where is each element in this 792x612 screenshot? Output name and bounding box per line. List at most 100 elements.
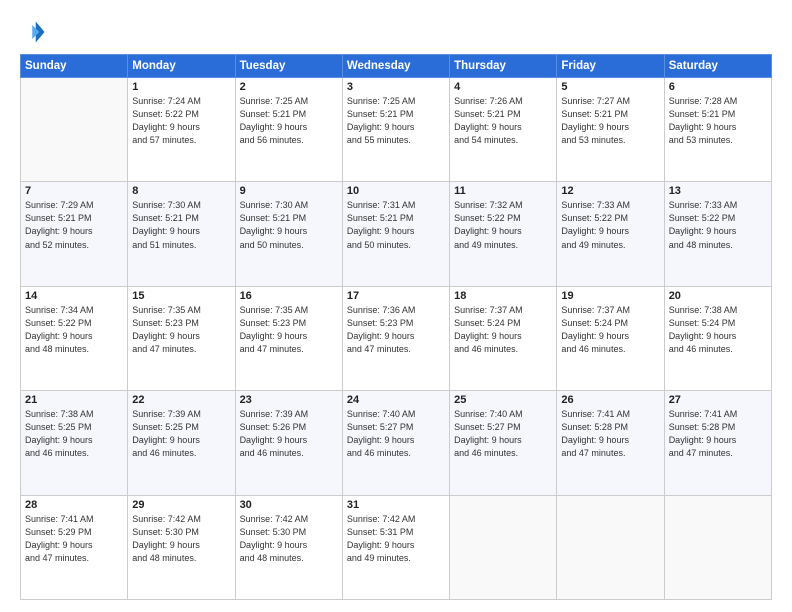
day-number: 5: [561, 81, 659, 93]
weekday-header: Sunday: [21, 55, 128, 78]
calendar-cell: 15 Sunrise: 7:35 AM Sunset: 5:23 PM Dayli…: [128, 286, 235, 390]
day-info: Sunrise: 7:35 AM Sunset: 5:23 PM Dayligh…: [132, 304, 230, 356]
day-number: 7: [25, 185, 123, 197]
calendar-cell: 7 Sunrise: 7:29 AM Sunset: 5:21 PM Daylig…: [21, 182, 128, 286]
day-number: 4: [454, 81, 552, 93]
calendar-cell: 17Sunrise: 7:36 AM Sunset: 5:23 PM Dayli…: [342, 286, 449, 390]
day-info: Sunrise: 7:41 AM Sunset: 5:29 PM Dayligh…: [25, 513, 123, 565]
calendar-cell: 28 Sunrise: 7:41 AM Sunset: 5:29 PM Dayli…: [21, 495, 128, 599]
calendar-cell: 6 Sunrise: 7:28 AM Sunset: 5:21 PM Daylig…: [664, 78, 771, 182]
calendar-cell: 1 Sunrise: 7:24 AM Sunset: 5:22 PM Daylig…: [128, 78, 235, 182]
day-number: 25: [454, 394, 552, 406]
day-info: Sunrise: 7:41 AM Sunset: 5:28 PM Dayligh…: [669, 408, 767, 460]
calendar-week-row: 14 Sunrise: 7:34 AM Sunset: 5:22 PM Dayli…: [21, 286, 772, 390]
calendar-cell: 22 Sunrise: 7:39 AM Sunset: 5:25 PM Dayli…: [128, 391, 235, 495]
day-info: Sunrise: 7:40 AM Sunset: 5:27 PM Dayligh…: [347, 408, 445, 460]
day-number: 21: [25, 394, 123, 406]
day-info: Sunrise: 7:35 AM Sunset: 5:23 PM Dayligh…: [240, 304, 338, 356]
day-info: Sunrise: 7:25 AM Sunset: 5:21 PM Dayligh…: [347, 95, 445, 147]
day-number: 30: [240, 499, 338, 511]
calendar-week-row: 7 Sunrise: 7:29 AM Sunset: 5:21 PM Daylig…: [21, 182, 772, 286]
day-info: Sunrise: 7:28 AM Sunset: 5:21 PM Dayligh…: [669, 95, 767, 147]
day-info: Sunrise: 7:41 AM Sunset: 5:28 PM Dayligh…: [561, 408, 659, 460]
day-number: 24: [347, 394, 445, 406]
calendar-cell: 20Sunrise: 7:38 AM Sunset: 5:24 PM Dayli…: [664, 286, 771, 390]
day-number: 3: [347, 81, 445, 93]
calendar-cell: 31 Sunrise: 7:42 AM Sunset: 5:31 PM Dayli…: [342, 495, 449, 599]
calendar-cell: 27 Sunrise: 7:41 AM Sunset: 5:28 PM Dayli…: [664, 391, 771, 495]
calendar-cell: 9 Sunrise: 7:30 AM Sunset: 5:21 PM Daylig…: [235, 182, 342, 286]
calendar-cell: 2Sunrise: 7:25 AM Sunset: 5:21 PM Daylig…: [235, 78, 342, 182]
calendar-cell: 25Sunrise: 7:40 AM Sunset: 5:27 PM Dayli…: [450, 391, 557, 495]
calendar-cell: 21 Sunrise: 7:38 AM Sunset: 5:25 PM Dayli…: [21, 391, 128, 495]
calendar-header-row: SundayMondayTuesdayWednesdayThursdayFrid…: [21, 55, 772, 78]
calendar-cell: 24 Sunrise: 7:40 AM Sunset: 5:27 PM Dayli…: [342, 391, 449, 495]
day-info: Sunrise: 7:33 AM Sunset: 5:22 PM Dayligh…: [669, 199, 767, 251]
calendar-cell: 8 Sunrise: 7:30 AM Sunset: 5:21 PM Daylig…: [128, 182, 235, 286]
day-number: 31: [347, 499, 445, 511]
day-info: Sunrise: 7:25 AM Sunset: 5:21 PM Dayligh…: [240, 95, 338, 147]
weekday-header: Tuesday: [235, 55, 342, 78]
calendar-cell: 23Sunrise: 7:39 AM Sunset: 5:26 PM Dayli…: [235, 391, 342, 495]
header: [20, 18, 772, 46]
calendar-cell: 16 Sunrise: 7:35 AM Sunset: 5:23 PM Dayli…: [235, 286, 342, 390]
day-number: 10: [347, 185, 445, 197]
day-info: Sunrise: 7:29 AM Sunset: 5:21 PM Dayligh…: [25, 199, 123, 251]
calendar-cell: 3 Sunrise: 7:25 AM Sunset: 5:21 PM Daylig…: [342, 78, 449, 182]
day-info: Sunrise: 7:24 AM Sunset: 5:22 PM Dayligh…: [132, 95, 230, 147]
calendar-cell: 11 Sunrise: 7:32 AM Sunset: 5:22 PM Dayli…: [450, 182, 557, 286]
calendar-cell: 10 Sunrise: 7:31 AM Sunset: 5:21 PM Dayli…: [342, 182, 449, 286]
day-number: 8: [132, 185, 230, 197]
calendar-cell: 19 Sunrise: 7:37 AM Sunset: 5:24 PM Dayli…: [557, 286, 664, 390]
calendar-table: SundayMondayTuesdayWednesdayThursdayFrid…: [20, 54, 772, 600]
day-number: 15: [132, 290, 230, 302]
logo-icon: [20, 18, 48, 46]
day-number: 27: [669, 394, 767, 406]
weekday-header: Monday: [128, 55, 235, 78]
calendar-cell: [664, 495, 771, 599]
day-number: 29: [132, 499, 230, 511]
day-info: Sunrise: 7:34 AM Sunset: 5:22 PM Dayligh…: [25, 304, 123, 356]
day-number: 6: [669, 81, 767, 93]
day-number: 17: [347, 290, 445, 302]
calendar-week-row: 28 Sunrise: 7:41 AM Sunset: 5:29 PM Dayli…: [21, 495, 772, 599]
day-info: Sunrise: 7:32 AM Sunset: 5:22 PM Dayligh…: [454, 199, 552, 251]
calendar-cell: 26 Sunrise: 7:41 AM Sunset: 5:28 PM Dayli…: [557, 391, 664, 495]
day-number: 16: [240, 290, 338, 302]
weekday-header: Thursday: [450, 55, 557, 78]
day-number: 13: [669, 185, 767, 197]
calendar-cell: 13 Sunrise: 7:33 AM Sunset: 5:22 PM Dayli…: [664, 182, 771, 286]
day-info: Sunrise: 7:42 AM Sunset: 5:31 PM Dayligh…: [347, 513, 445, 565]
calendar-week-row: 1 Sunrise: 7:24 AM Sunset: 5:22 PM Daylig…: [21, 78, 772, 182]
calendar-cell: 4 Sunrise: 7:26 AM Sunset: 5:21 PM Daylig…: [450, 78, 557, 182]
day-number: 19: [561, 290, 659, 302]
day-info: Sunrise: 7:31 AM Sunset: 5:21 PM Dayligh…: [347, 199, 445, 251]
day-number: 9: [240, 185, 338, 197]
day-number: 1: [132, 81, 230, 93]
weekday-header: Friday: [557, 55, 664, 78]
calendar-cell: 29 Sunrise: 7:42 AM Sunset: 5:30 PM Dayli…: [128, 495, 235, 599]
day-number: 28: [25, 499, 123, 511]
day-number: 14: [25, 290, 123, 302]
day-info: Sunrise: 7:30 AM Sunset: 5:21 PM Dayligh…: [240, 199, 338, 251]
day-info: Sunrise: 7:30 AM Sunset: 5:21 PM Dayligh…: [132, 199, 230, 251]
day-number: 22: [132, 394, 230, 406]
day-number: 23: [240, 394, 338, 406]
day-number: 26: [561, 394, 659, 406]
calendar-cell: 12Sunrise: 7:33 AM Sunset: 5:22 PM Dayli…: [557, 182, 664, 286]
day-info: Sunrise: 7:37 AM Sunset: 5:24 PM Dayligh…: [561, 304, 659, 356]
logo: [20, 18, 52, 46]
day-info: Sunrise: 7:26 AM Sunset: 5:21 PM Dayligh…: [454, 95, 552, 147]
day-info: Sunrise: 7:42 AM Sunset: 5:30 PM Dayligh…: [132, 513, 230, 565]
day-info: Sunrise: 7:38 AM Sunset: 5:25 PM Dayligh…: [25, 408, 123, 460]
calendar-cell: [21, 78, 128, 182]
day-info: Sunrise: 7:38 AM Sunset: 5:24 PM Dayligh…: [669, 304, 767, 356]
day-info: Sunrise: 7:42 AM Sunset: 5:30 PM Dayligh…: [240, 513, 338, 565]
day-info: Sunrise: 7:27 AM Sunset: 5:21 PM Dayligh…: [561, 95, 659, 147]
day-info: Sunrise: 7:33 AM Sunset: 5:22 PM Dayligh…: [561, 199, 659, 251]
calendar-cell: [450, 495, 557, 599]
day-number: 11: [454, 185, 552, 197]
weekday-header: Saturday: [664, 55, 771, 78]
day-number: 18: [454, 290, 552, 302]
day-info: Sunrise: 7:39 AM Sunset: 5:25 PM Dayligh…: [132, 408, 230, 460]
